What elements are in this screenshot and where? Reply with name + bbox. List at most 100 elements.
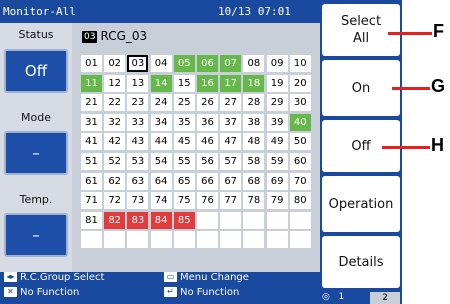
group-cell-68[interactable]: 68 [243, 172, 265, 190]
group-cell-60[interactable]: 60 [289, 153, 311, 170]
group-cell-56[interactable]: 56 [197, 153, 218, 170]
group-cell-22[interactable]: 22 [104, 94, 126, 112]
group-cell-01[interactable]: 01 [81, 55, 102, 72]
group-cell-47[interactable]: 47 [220, 133, 242, 151]
group-cell-75[interactable]: 75 [173, 192, 195, 210]
group-cell-30[interactable]: 30 [289, 94, 311, 112]
group-cell-25[interactable]: 25 [173, 94, 195, 112]
group-cell-78[interactable]: 78 [243, 192, 265, 210]
group-cell-17[interactable]: 17 [220, 74, 242, 92]
group-cell-54[interactable]: 54 [150, 153, 172, 170]
group-cell-39[interactable]: 39 [266, 113, 288, 131]
group-cell-32[interactable]: 32 [104, 113, 126, 131]
footer-help: ◂▸ R.C.Group Select ▭ Menu Change ✕ No Func… [0, 272, 320, 304]
group-cell-69[interactable]: 69 [266, 172, 288, 190]
group-cell-79[interactable]: 79 [266, 192, 288, 210]
group-cell-09[interactable]: 09 [266, 55, 288, 72]
group-cell-49[interactable]: 49 [266, 133, 288, 151]
group-cell-72[interactable]: 72 [104, 192, 126, 210]
group-cell-11[interactable]: 11 [81, 74, 102, 92]
group-cell-76[interactable]: 76 [197, 192, 218, 210]
group-cell-77[interactable]: 77 [220, 192, 242, 210]
group-cell-66[interactable]: 66 [197, 172, 218, 190]
status-button[interactable]: Off [4, 49, 68, 93]
select-all-button[interactable]: Select All [322, 4, 400, 56]
mode-button[interactable]: – [4, 131, 68, 175]
group-cell-70[interactable]: 70 [289, 172, 311, 190]
group-cell-10[interactable]: 10 [289, 55, 311, 72]
group-cell-82[interactable]: 82 [104, 211, 126, 229]
group-cell-55[interactable]: 55 [173, 153, 195, 170]
group-cell-53[interactable]: 53 [127, 153, 149, 170]
group-cell-20[interactable]: 20 [289, 74, 311, 92]
group-cell-42[interactable]: 42 [104, 133, 126, 151]
group-cell-18[interactable]: 18 [243, 74, 265, 92]
temp-button[interactable]: – [4, 213, 68, 257]
group-cell-57[interactable]: 57 [220, 153, 242, 170]
group-cell-80[interactable]: 80 [289, 192, 311, 210]
group-cell-empty [289, 231, 311, 249]
on-button[interactable]: On [322, 60, 400, 116]
group-cell-21[interactable]: 21 [81, 94, 102, 112]
group-cell-40[interactable]: 40 [289, 113, 311, 131]
group-cell-74[interactable]: 74 [150, 192, 172, 210]
group-cell-26[interactable]: 26 [197, 94, 218, 112]
group-cell-13[interactable]: 13 [127, 74, 149, 92]
group-cell-31[interactable]: 31 [81, 113, 102, 131]
details-button[interactable]: Details [322, 236, 400, 288]
group-cell-19[interactable]: 19 [266, 74, 288, 92]
page-1[interactable]: 1 [338, 292, 344, 302]
group-cell-24[interactable]: 24 [150, 94, 172, 112]
group-cell-14[interactable]: 14 [150, 74, 172, 92]
group-cell-65[interactable]: 65 [173, 172, 195, 190]
group-cell-03[interactable]: 03 [127, 55, 149, 72]
group-cell-41[interactable]: 41 [81, 133, 102, 151]
group-cell-empty [81, 231, 102, 249]
group-cell-04[interactable]: 04 [150, 55, 172, 72]
operation-button[interactable]: Operation [322, 176, 400, 232]
group-cell-06[interactable]: 06 [197, 55, 218, 72]
group-cell-46[interactable]: 46 [197, 133, 218, 151]
group-cell-52[interactable]: 52 [104, 153, 126, 170]
group-cell-29[interactable]: 29 [266, 94, 288, 112]
group-cell-35[interactable]: 35 [173, 113, 195, 131]
page-icon: ◎ [322, 292, 330, 302]
group-cell-71[interactable]: 71 [81, 192, 102, 210]
group-cell-23[interactable]: 23 [127, 94, 149, 112]
group-cell-36[interactable]: 36 [197, 113, 218, 131]
selected-group-header: 03 RCG_03 [82, 29, 147, 43]
group-cell-58[interactable]: 58 [243, 153, 265, 170]
group-cell-08[interactable]: 08 [243, 55, 265, 72]
group-cell-33[interactable]: 33 [127, 113, 149, 131]
group-cell-83[interactable]: 83 [127, 211, 149, 229]
group-cell-61[interactable]: 61 [81, 172, 102, 190]
group-cell-73[interactable]: 73 [127, 192, 149, 210]
group-cell-07[interactable]: 07 [220, 55, 242, 72]
group-cell-63[interactable]: 63 [127, 172, 149, 190]
group-cell-67[interactable]: 67 [220, 172, 242, 190]
group-cell-16[interactable]: 16 [197, 74, 218, 92]
group-cell-81[interactable]: 81 [81, 211, 102, 229]
callout-arrow-h [382, 146, 430, 149]
group-cell-59[interactable]: 59 [266, 153, 288, 170]
group-cell-37[interactable]: 37 [220, 113, 242, 131]
group-cell-51[interactable]: 51 [81, 153, 102, 170]
group-cell-28[interactable]: 28 [243, 94, 265, 112]
group-cell-62[interactable]: 62 [104, 172, 126, 190]
group-cell-50[interactable]: 50 [289, 133, 311, 151]
group-cell-48[interactable]: 48 [243, 133, 265, 151]
group-cell-15[interactable]: 15 [173, 74, 195, 92]
group-cell-43[interactable]: 43 [127, 133, 149, 151]
group-cell-85[interactable]: 85 [173, 211, 195, 229]
group-cell-05[interactable]: 05 [173, 55, 195, 72]
group-cell-02[interactable]: 02 [104, 55, 126, 72]
group-cell-45[interactable]: 45 [173, 133, 195, 151]
group-cell-34[interactable]: 34 [150, 113, 172, 131]
group-cell-84[interactable]: 84 [150, 211, 172, 229]
group-cell-64[interactable]: 64 [150, 172, 172, 190]
group-cell-12[interactable]: 12 [104, 74, 126, 92]
page-2[interactable]: 2 [370, 292, 400, 304]
group-cell-38[interactable]: 38 [243, 113, 265, 131]
group-cell-27[interactable]: 27 [220, 94, 242, 112]
group-cell-44[interactable]: 44 [150, 133, 172, 151]
